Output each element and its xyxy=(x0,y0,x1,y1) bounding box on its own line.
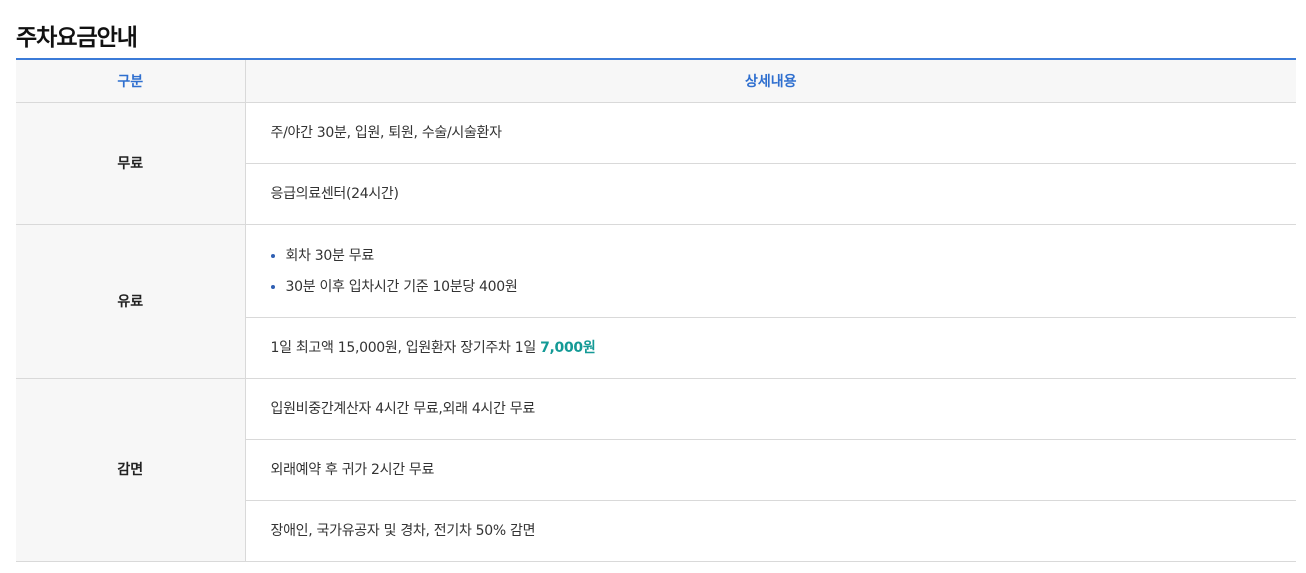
page-title: 주차요금안내 xyxy=(16,25,138,52)
list-item: 30분 이후 입차시간 기준 10분당 400원 xyxy=(270,277,1297,297)
detail-paid-bullets: 회차 30분 무료 30분 이후 입차시간 기준 10분당 400원 xyxy=(245,224,1297,318)
header-category: 구분 xyxy=(16,59,246,103)
bullet-list: 회차 30분 무료 30분 이후 입차시간 기준 10분당 400원 xyxy=(270,246,1297,297)
table-row: 감면 입원비중간계산자 4시간 무료,외래 4시간 무료 xyxy=(16,378,1296,562)
detail-paid-max: 1일 최고액 15,000원, 입원환자 장기주차 1일 7,000원 xyxy=(245,317,1296,379)
bullet-text: 30분 이후 입차시간 기준 10분당 400원 xyxy=(285,278,518,295)
bullet-text: 회차 30분 무료 xyxy=(285,247,375,264)
parking-fee-table: 구분 상세내용 무료 주/야간 30분, 입원, 퇴원, 수술/시술환자 응급의… xyxy=(16,58,1296,562)
list-item: 회차 30분 무료 xyxy=(270,246,1297,266)
detail-free-1: 주/야간 30분, 입원, 퇴원, 수술/시술환자 xyxy=(245,102,1296,164)
detail-discount-1: 입원비중간계산자 4시간 무료,외래 4시간 무료 xyxy=(245,378,1296,440)
detail-discount-3: 장애인, 국가유공자 및 경차, 전기차 50% 감면 xyxy=(245,500,1296,562)
bullet-dot-icon xyxy=(270,284,275,289)
table-row: 유료 회차 30분 무료 30분 이후 입차시간 기준 10분당 400원 xyxy=(16,224,1297,379)
category-paid: 유료 xyxy=(16,224,246,379)
header-detail: 상세내용 xyxy=(245,59,1296,103)
detail-discount-2: 외래예약 후 귀가 2시간 무료 xyxy=(245,439,1296,501)
max-fee-highlight: 7,000원 xyxy=(540,340,596,356)
bullet-dot-icon xyxy=(270,253,275,258)
max-fee-text: 1일 최고액 15,000원, 입원환자 장기주차 1일 xyxy=(270,340,541,356)
table-header-row: 구분 상세내용 xyxy=(16,59,1296,103)
table-row: 무료 주/야간 30분, 입원, 퇴원, 수술/시술환자 xyxy=(16,102,1296,225)
detail-free-2: 응급의료센터(24시간) xyxy=(245,163,1296,225)
category-discount: 감면 xyxy=(16,378,246,562)
category-free: 무료 xyxy=(16,102,246,225)
